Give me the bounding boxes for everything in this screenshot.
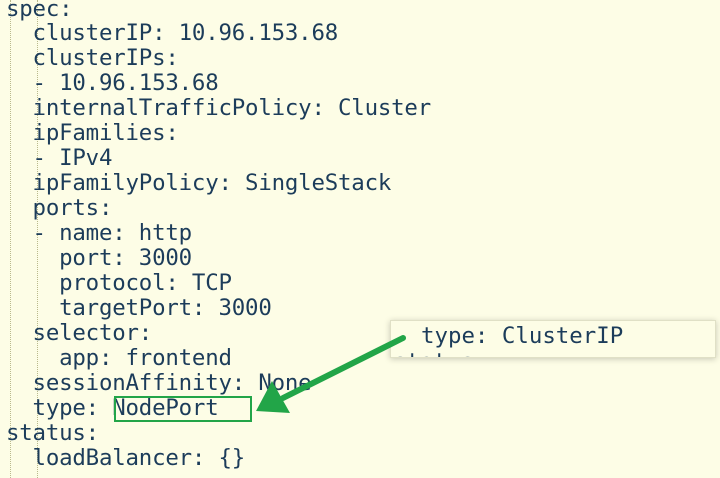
yaml-line-protocol: protocol: TCP — [6, 270, 232, 296]
yaml-line-selector: selector: — [6, 320, 153, 346]
yaml-line-port: port: 3000 — [6, 245, 192, 271]
yaml-line-target-port: targetPort: 3000 — [6, 295, 272, 321]
yaml-line-ipfamilies: ipFamilies: — [6, 120, 179, 146]
original-type-callout: type: ClusterIP status: — [390, 320, 716, 358]
yaml-line-ipfamily-policy: ipFamilyPolicy: SingleStack — [6, 170, 392, 196]
yaml-line-ports: ports: — [6, 195, 113, 221]
yaml-line-spec: spec: — [6, 0, 73, 22]
yaml-line-session-affinity: sessionAffinity: None — [6, 370, 312, 396]
yaml-line-load-balancer: loadBalancer: {} — [6, 445, 246, 471]
callout-type-line: type: ClusterIP — [421, 323, 624, 349]
yaml-line-ipfamilies-item: - IPv4 — [6, 145, 113, 171]
yaml-line-clusterips: clusterIPs: — [6, 45, 179, 71]
yaml-line-status: status: — [6, 420, 99, 446]
yaml-line-clusterip: clusterIP: 10.96.153.68 — [6, 20, 339, 46]
yaml-line-internal-traffic-policy: internalTrafficPolicy: Cluster — [6, 95, 432, 121]
yaml-line-selector-app: app: frontend — [6, 345, 232, 371]
yaml-line-port-name: - name: http — [6, 220, 193, 246]
callout-status-line: status: — [393, 350, 487, 358]
nodeport-highlight-box — [114, 396, 252, 422]
yaml-editor: spec: clusterIP: 10.96.153.68 clusterIPs… — [0, 0, 720, 478]
yaml-line-clusterips-item: - 10.96.153.68 — [6, 70, 219, 96]
